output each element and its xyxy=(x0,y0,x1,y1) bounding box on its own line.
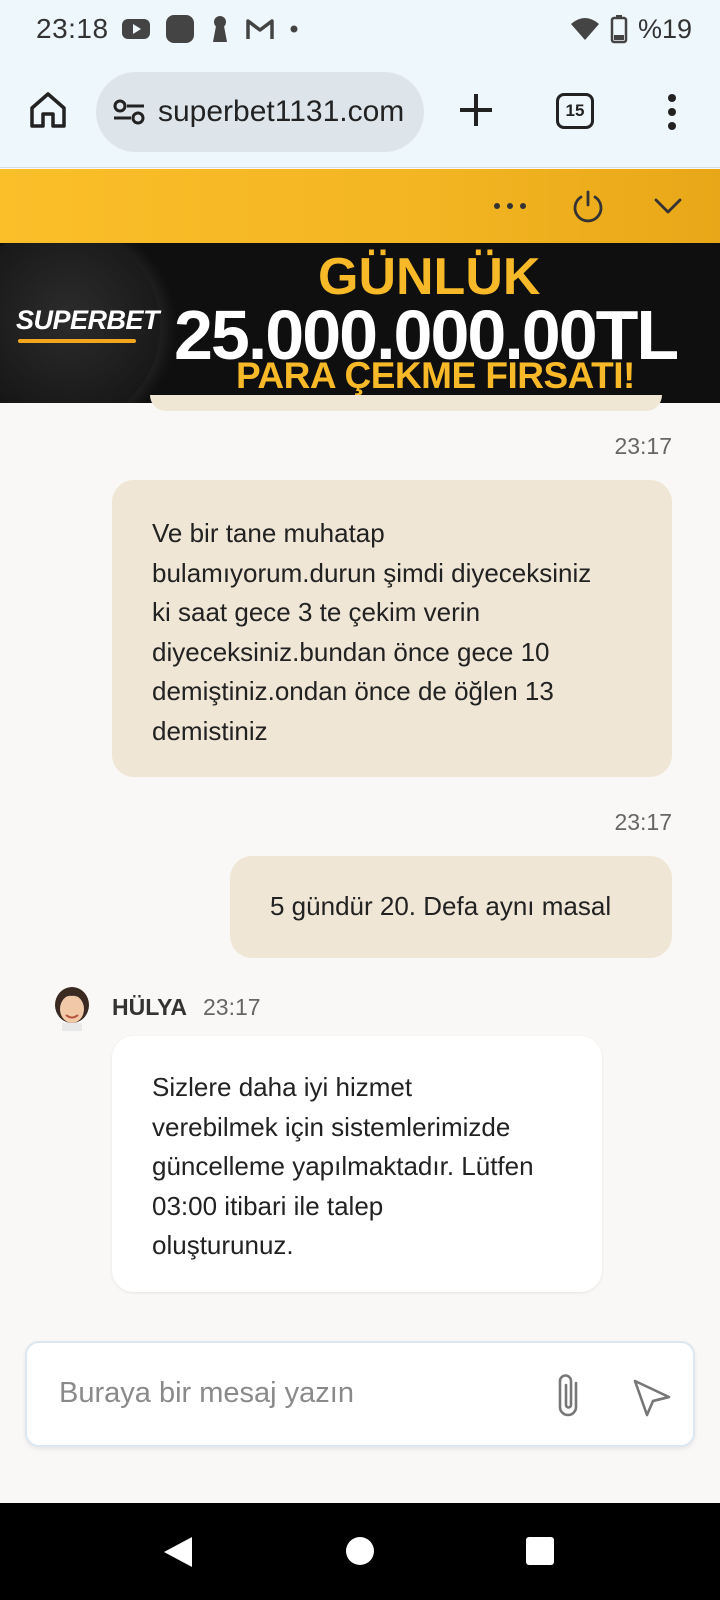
message-line: demistiniz xyxy=(152,715,268,746)
plus-icon[interactable] xyxy=(456,88,496,132)
battery-icon xyxy=(610,15,628,44)
message-line: diyeceksiniz.bundan önce gece 10 xyxy=(152,636,550,667)
recents-icon[interactable] xyxy=(526,1537,554,1565)
agent-message-bubble: Sizlere daha iyi hizmet verebilmek için … xyxy=(112,1036,602,1292)
user-message-bubble: 5 gündür 20. Defa aynı masal xyxy=(230,856,672,958)
message-line: 03:00 itibari ile talep xyxy=(152,1190,384,1221)
agent-name: HÜLYA xyxy=(112,993,187,1020)
agent-header: HÜLYA 23:17 xyxy=(52,983,261,1031)
user-message-bubble: Ve bir tane muhatap bulamıyorum.durun şi… xyxy=(112,480,672,777)
power-icon[interactable] xyxy=(568,186,608,226)
site-settings-icon[interactable] xyxy=(112,97,146,127)
home-icon[interactable] xyxy=(346,1537,374,1565)
promo-banner[interactable]: SUPERBET GÜNLÜK 25.000.000.00TL PARA ÇEK… xyxy=(0,243,720,403)
message-line: Sizlere daha iyi hizmet xyxy=(152,1072,413,1102)
url-text: superbet1131.com xyxy=(158,95,405,128)
kebab-menu-icon[interactable] xyxy=(660,90,684,134)
app-icon xyxy=(165,15,194,43)
chat-messages[interactable]: 23:17 Ve bir tane muhatap bulamıyorum.du… xyxy=(0,395,720,1503)
paperclip-icon[interactable] xyxy=(549,1371,589,1421)
status-time: 23:18 xyxy=(36,13,109,44)
tab-switcher-button[interactable]: 15 xyxy=(556,93,594,129)
message-time: 23:17 xyxy=(614,433,672,459)
status-bar: 23:18 %19 xyxy=(0,0,720,58)
message-line: güncelleme yapılmaktadır. Lütfen xyxy=(152,1151,534,1181)
send-icon[interactable] xyxy=(629,1375,673,1419)
message-line: Ve bir tane muhatap xyxy=(152,518,385,548)
system-nav-bar xyxy=(0,1503,720,1600)
gmail-icon xyxy=(245,19,274,39)
agent-avatar xyxy=(55,987,89,1031)
home-icon[interactable] xyxy=(26,88,70,132)
message-line: verebilmek için sistemlerimizde xyxy=(152,1111,511,1142)
banner-subtitle: PARA ÇEKME FIRSATI! xyxy=(236,355,635,396)
superbet-logo: SUPERBET xyxy=(16,305,160,335)
browser-toolbar: superbet1131.com 15 xyxy=(0,58,720,168)
tab-count: 15 xyxy=(565,101,585,120)
youtube-icon xyxy=(121,19,150,39)
message-line: oluşturunuz. xyxy=(152,1230,294,1260)
previous-message-bubble xyxy=(150,395,662,411)
message-line: 5 gündür 20. Defa aynı masal xyxy=(270,891,612,921)
message-line: demiştiniz.ondan önce de öğlen 13 xyxy=(152,676,554,706)
dot-icon xyxy=(290,25,298,33)
message-input[interactable]: Buraya bir mesaj yazın xyxy=(25,1341,695,1447)
more-horizontal-icon[interactable] xyxy=(490,186,530,226)
chevron-down-icon[interactable] xyxy=(648,186,688,226)
system-status: %19 xyxy=(570,14,692,45)
message-line: bulamıyorum.durun şimdi diyeceksiniz xyxy=(152,557,592,588)
address-bar[interactable]: superbet1131.com xyxy=(96,72,424,152)
logo-underline xyxy=(18,339,136,343)
chat-header xyxy=(0,169,720,243)
input-placeholder: Buraya bir mesaj yazın xyxy=(59,1377,354,1409)
message-time: 23:17 xyxy=(203,993,261,1020)
battery-percent: %19 xyxy=(637,13,692,44)
wifi-icon xyxy=(570,18,599,40)
keyhole-icon xyxy=(212,16,227,42)
notification-icons xyxy=(121,14,299,44)
message-line: ki saat gece 3 te çekim verin xyxy=(152,597,481,627)
message-time: 23:17 xyxy=(614,809,672,835)
back-icon[interactable] xyxy=(162,1535,194,1569)
